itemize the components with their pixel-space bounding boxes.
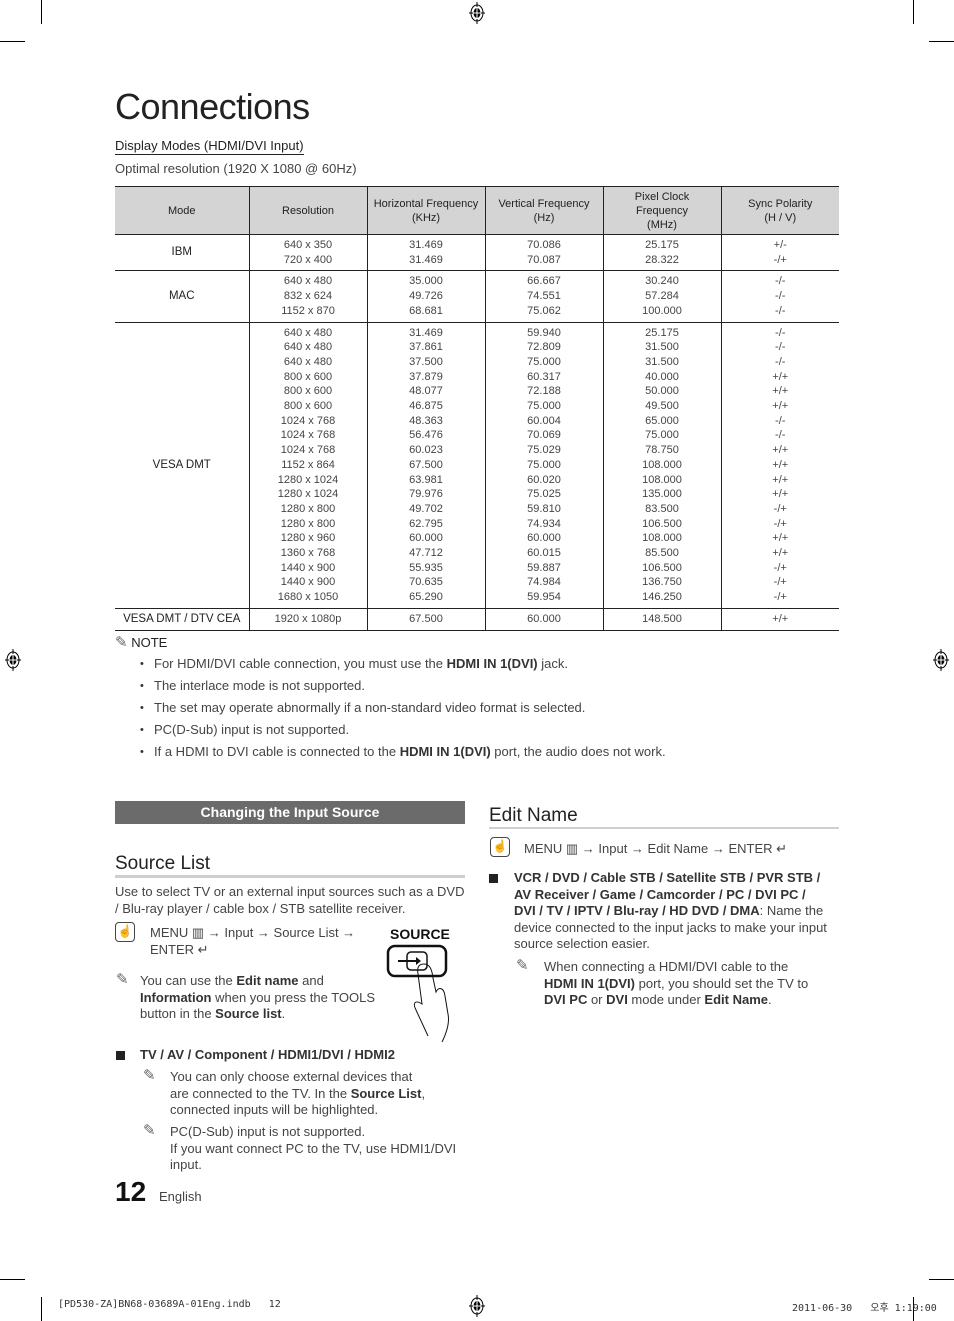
mode-cell: VESA DMT — [115, 322, 249, 609]
source-options: TV / AV / Component / HDMI1/DVI / HDMI2 — [140, 1047, 395, 1062]
section-bar: Changing the Input Source — [115, 801, 465, 824]
column-header: Mode — [115, 186, 249, 235]
optimal-resolution: Optimal resolution (1920 X 1080 @ 60Hz) — [115, 161, 357, 176]
column-header: Horizontal Frequency (KHz) — [366, 186, 485, 235]
pencil-icon: ✎ — [115, 634, 128, 651]
resolution-cell: 640 x 480 640 x 480 640 x 480 800 x 600 800 … — [248, 322, 367, 609]
registration-mark-icon — [933, 649, 949, 671]
hand-menu-icon: ☝ — [115, 922, 135, 942]
registration-mark-icon — [5, 649, 21, 671]
mode-cell: IBM — [115, 234, 249, 272]
table-row: IBM 640 x 350 720 x 400 31.469 31.469 70.086 7… — [115, 234, 839, 272]
v-frequency-cell: 60.000 — [484, 608, 603, 631]
v-frequency-cell: 59.940 72.809 75.000 60.317 72.188 75.000 60.0… — [484, 322, 603, 609]
crop-mark — [929, 41, 954, 42]
edit-name-bullet: VCR / DVD / Cable STB / Satellite STB / … — [514, 870, 827, 951]
mode-cell: VESA DMT / DTV CEA — [115, 608, 249, 631]
divider — [489, 827, 839, 829]
column-header: Vertical Frequency (Hz) — [484, 186, 603, 235]
table-row: MAC 640 x 480 832 x 624 1152 x 870 35.000 49.… — [115, 270, 839, 323]
crop-mark — [0, 41, 25, 42]
print-file-name: [PD530-ZA]BN68-03689A-01Eng.indb 12 — [58, 1299, 281, 1310]
registration-mark-icon — [469, 2, 485, 24]
column-header: Sync Polarity (H / V) — [720, 186, 839, 235]
source-button-label: SOURCE — [390, 926, 450, 942]
resolution-cell: 640 x 350 720 x 400 — [248, 234, 367, 272]
column-header: Pixel Clock Frequency (MHz) — [602, 186, 721, 235]
edit-name-note: When connecting a HDMI/DVI cable to the … — [544, 959, 809, 1007]
crop-mark — [41, 1297, 42, 1321]
crop-mark — [929, 1279, 954, 1280]
sync-polarity-cell: -/- -/- -/- +/+ +/+ +/+ -/- -/- +/+ +/+ +/+ +/+ -/+ -… — [720, 322, 839, 609]
column-header: Resolution — [248, 186, 367, 235]
pencil-icon: ✎ — [116, 971, 129, 988]
sync-polarity-cell: +/- -/+ — [720, 234, 839, 272]
pencil-icon: ✎ — [516, 957, 529, 974]
source-sub-note: PC(D-Sub) input is not supported. If you… — [170, 1124, 457, 1172]
page-number: 12 — [115, 1176, 147, 1207]
hand-menu-icon: ☝ — [490, 837, 510, 857]
edit-name-title: Edit Name — [489, 805, 578, 826]
note-label: NOTE — [131, 635, 168, 650]
pencil-icon: ✎ — [143, 1067, 156, 1084]
mode-cell: MAC — [115, 270, 249, 323]
remote-source-button-icon — [386, 944, 449, 1043]
table-header-row: Mode Resolution Horizontal Frequency (KHz) V… — [115, 186, 839, 235]
table-row: VESA DMT / DTV CEA 1920 x 1080p 67.500 60.0… — [115, 608, 839, 631]
table-row: VESA DMT 640 x 480 640 x 480 640 x 480 800 x… — [115, 322, 839, 609]
note-item: If a HDMI to DVI cable is connected to t… — [140, 743, 666, 765]
registration-mark-icon — [469, 1295, 485, 1317]
pencil-icon: ✎ — [143, 1122, 156, 1139]
note-heading: ✎ NOTE — [115, 633, 167, 651]
source-list-intro: Use to select TV or an external input so… — [115, 884, 465, 916]
v-frequency-cell: 66.667 74.551 75.062 — [484, 270, 603, 323]
note-item: For HDMI/DVI cable connection, you must … — [140, 655, 666, 677]
source-sub-note: You can only choose external devices tha… — [170, 1069, 426, 1117]
resolution-cell: 640 x 480 832 x 624 1152 x 870 — [248, 270, 367, 323]
note-item: PC(D-Sub) input is not supported. — [140, 721, 666, 743]
pixel-clock-cell: 25.175 31.500 31.500 40.000 50.000 49.500 65.0… — [602, 322, 721, 609]
sync-polarity-cell: +/+ — [720, 608, 839, 631]
pixel-clock-cell: 30.240 57.284 100.000 — [602, 270, 721, 323]
pixel-clock-cell: 148.500 — [602, 608, 721, 631]
page-language: English — [159, 1189, 202, 1204]
crop-mark — [913, 0, 914, 24]
note-list: For HDMI/DVI cable connection, you must … — [140, 655, 666, 765]
h-frequency-cell: 35.000 49.726 68.681 — [366, 270, 485, 323]
crop-mark — [41, 0, 42, 24]
note-item: The interlace mode is not supported. — [140, 677, 666, 699]
h-frequency-cell: 31.469 31.469 — [366, 234, 485, 272]
source-list-tip: You can use the Edit name and Informatio… — [140, 973, 376, 1021]
crop-mark — [0, 1279, 25, 1280]
note-item: The set may operate abnormally if a non-… — [140, 699, 666, 721]
source-list-menu-path: MENU ▥ → Input → Source List → ENTER ↵ — [150, 925, 356, 957]
display-modes-heading: Display Modes (HDMI/DVI Input) — [115, 138, 304, 155]
sync-polarity-cell: -/- -/- -/- — [720, 270, 839, 323]
square-bullet-icon — [116, 1051, 125, 1060]
print-timestamp: 2011-06-30 오후 1:19:00 — [792, 1303, 937, 1314]
square-bullet-icon — [489, 874, 498, 883]
divider — [115, 875, 465, 878]
h-frequency-cell: 31.469 37.861 37.500 37.879 48.077 46.875 48.3… — [366, 322, 485, 609]
h-frequency-cell: 67.500 — [366, 608, 485, 631]
v-frequency-cell: 70.086 70.087 — [484, 234, 603, 272]
page-title: Connections — [115, 86, 310, 127]
resolution-cell: 1920 x 1080p — [248, 608, 367, 631]
display-modes-table: Mode Resolution Horizontal Frequency (KHz) V… — [115, 186, 839, 631]
edit-name-menu-path: MENU ▥ → Input → Edit Name → ENTER ↵ — [524, 841, 788, 856]
pixel-clock-cell: 25.175 28.322 — [602, 234, 721, 272]
source-list-title: Source List — [115, 853, 211, 874]
